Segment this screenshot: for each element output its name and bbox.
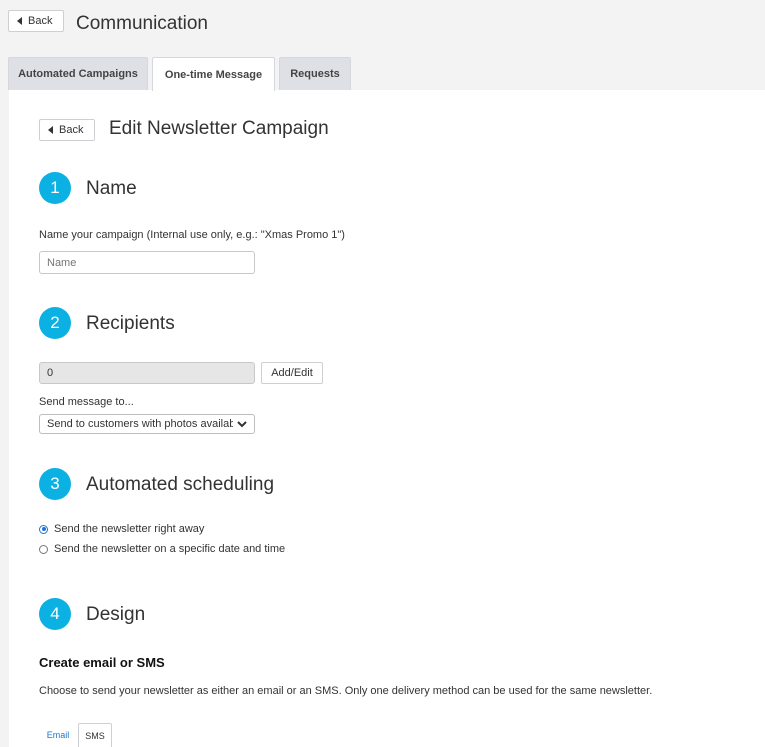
- add-edit-button[interactable]: Add/Edit: [261, 362, 323, 384]
- chevron-down-icon: [237, 421, 247, 428]
- header-back-label: Back: [28, 15, 53, 27]
- tab-requests[interactable]: Requests: [279, 57, 351, 90]
- step-title-design: Design: [86, 604, 146, 625]
- step-number-2: 2: [39, 307, 71, 339]
- caret-left-icon: [48, 126, 53, 134]
- radio-button[interactable]: [39, 544, 48, 554]
- step-title-automated-scheduling: Automated scheduling: [86, 474, 275, 495]
- campaign-name-input[interactable]: [39, 251, 255, 274]
- subtab-sms-label: SMS: [85, 730, 105, 741]
- tab-label: Requests: [290, 68, 340, 80]
- edit-back-label: Back: [59, 124, 84, 136]
- campaign-name-label: Name your campaign (Internal use only, e…: [39, 229, 345, 241]
- design-description: Choose to send your newsletter as either…: [39, 685, 653, 697]
- schedule-option-label: Send the newsletter right away: [54, 523, 205, 535]
- edit-title: Edit Newsletter Campaign: [109, 118, 329, 139]
- radio-button-checked[interactable]: [39, 524, 48, 534]
- header-back-button[interactable]: Back: [8, 10, 64, 32]
- send-to-label: Send message to...: [39, 396, 134, 408]
- schedule-option-label: Send the newsletter on a specific date a…: [54, 543, 286, 555]
- tab-automated-campaigns[interactable]: Automated Campaigns: [8, 57, 148, 90]
- recipients-count-value: 0: [47, 367, 54, 379]
- edit-back-button[interactable]: Back: [39, 119, 95, 141]
- schedule-option-now[interactable]: Send the newsletter right away: [39, 523, 204, 535]
- subtab-sms[interactable]: SMS: [78, 723, 112, 747]
- step-title-name: Name: [86, 178, 137, 199]
- tab-label: Automated Campaigns: [18, 68, 138, 80]
- send-to-select[interactable]: Send to customers with photos available: [39, 414, 255, 434]
- tab-one-time-message[interactable]: One-time Message: [152, 57, 275, 91]
- step-number-3: 3: [39, 468, 71, 500]
- step-number-4: 4: [39, 598, 71, 630]
- tab-label: One-time Message: [164, 68, 263, 81]
- page-title: Communication: [76, 13, 208, 34]
- subtab-email[interactable]: Email: [39, 723, 77, 747]
- schedule-option-specific-date[interactable]: Send the newsletter on a specific date a…: [39, 543, 285, 555]
- send-to-selected-value: Send to customers with photos available: [47, 418, 233, 430]
- caret-left-icon: [17, 17, 22, 25]
- step-number-1: 1: [39, 172, 71, 204]
- create-email-or-sms-heading: Create email or SMS: [39, 655, 165, 670]
- subtab-email-label: Email: [46, 730, 70, 740]
- recipients-count-field: 0: [39, 362, 255, 384]
- step-title-recipients: Recipients: [86, 313, 175, 334]
- add-edit-label: Add/Edit: [271, 367, 313, 379]
